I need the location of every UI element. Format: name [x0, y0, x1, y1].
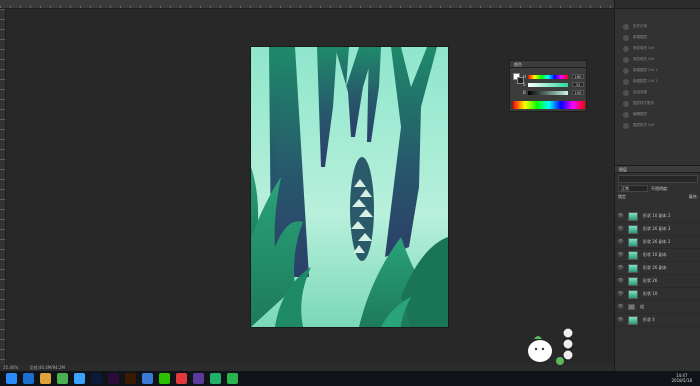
- opacity-label: 不透明度:: [651, 186, 669, 191]
- eye-icon[interactable]: 👁: [617, 213, 624, 220]
- history-item[interactable]: 自由变换: [615, 87, 700, 98]
- mascot-icon: [528, 327, 574, 365]
- eye-icon[interactable]: 👁: [617, 239, 624, 246]
- cave-oval: [350, 157, 374, 261]
- folder-icon[interactable]: [40, 373, 51, 384]
- eye-icon[interactable]: 👁: [617, 291, 624, 298]
- rec-icon[interactable]: [176, 373, 187, 384]
- eye-icon[interactable]: 👁: [617, 252, 624, 259]
- history-dot-icon: [623, 78, 629, 85]
- ps-icon[interactable]: [91, 373, 102, 384]
- dock-tabs[interactable]: [615, 0, 700, 9]
- history-item[interactable]: 历史记录: [615, 21, 700, 32]
- lock-label: 锁定: [618, 194, 626, 199]
- qq-icon[interactable]: [74, 373, 85, 384]
- layer-group-row[interactable]: 👁 组: [615, 301, 700, 314]
- eye-icon[interactable]: 👁: [617, 226, 624, 233]
- history-item[interactable]: 图层样式更改: [615, 98, 700, 109]
- b-slider[interactable]: [528, 91, 568, 95]
- history-dot-icon: [623, 34, 629, 41]
- chrome-icon[interactable]: [57, 373, 68, 384]
- layer-row[interactable]: 👁 形状 10 副本: [615, 249, 700, 262]
- layer-row[interactable]: 👁 形状 10 副本 2: [615, 210, 700, 223]
- layer-row[interactable]: 👁 形状 26: [615, 275, 700, 288]
- history-item[interactable]: 新建图层 Ctrl 2: [615, 65, 700, 76]
- history-dot-icon: [623, 23, 629, 30]
- ae-icon[interactable]: [193, 373, 204, 384]
- h-value[interactable]: 160: [572, 74, 584, 79]
- clock-date: 2018/5/18: [671, 378, 692, 383]
- layer-thumbnail: [628, 250, 638, 260]
- history-dot-icon: [623, 67, 629, 74]
- layer-thumbnail: [628, 263, 638, 273]
- history-item[interactable]: 渐变填充 Ctrl: [615, 43, 700, 54]
- color-panel-title: 颜色: [510, 61, 586, 68]
- history-item[interactable]: 图层样式 Ctrl: [615, 120, 700, 131]
- layer-row[interactable]: 👁 形状 26 副本 3: [615, 223, 700, 236]
- history-dot-icon: [623, 122, 629, 129]
- layer-row[interactable]: 👁 形状 26 副本: [615, 262, 700, 275]
- s-slider[interactable]: [528, 83, 568, 87]
- history-dot-icon: [623, 89, 629, 96]
- color-panel[interactable]: 颜色 H 160 S 31 B 100: [509, 60, 587, 112]
- ai-icon[interactable]: [125, 373, 136, 384]
- fill-label: 填充:: [688, 194, 698, 199]
- b-value[interactable]: 100: [572, 90, 584, 95]
- folder-icon: [628, 304, 635, 310]
- b-label: B: [523, 90, 526, 95]
- eye-icon[interactable]: 👁: [617, 265, 624, 272]
- windows-taskbar: 14:47 2018/5/18: [0, 371, 700, 386]
- history-dot-icon: [623, 100, 629, 107]
- layer-row[interactable]: 👁 形状 26 副本 2: [615, 236, 700, 249]
- ruler-top[interactable]: [0, 0, 614, 9]
- layer-thumbnail: [628, 237, 638, 247]
- history-item[interactable]: 新建图层 Ctrl 2: [615, 76, 700, 87]
- history-dot-icon: [623, 111, 629, 118]
- history-item[interactable]: 编辑图层: [615, 109, 700, 120]
- history-item[interactable]: 新建图层: [615, 32, 700, 43]
- ie-icon[interactable]: [23, 373, 34, 384]
- layers-panel-title: 图层: [615, 166, 700, 173]
- artwork: [251, 47, 448, 327]
- wechat-icon[interactable]: [159, 373, 170, 384]
- zoom-level[interactable]: 25.46%: [3, 365, 18, 370]
- eye-icon[interactable]: 👁: [617, 278, 624, 285]
- color-ramp[interactable]: [513, 101, 585, 109]
- layer-thumbnail: [628, 211, 638, 221]
- s-label: S: [523, 82, 526, 87]
- pr-icon[interactable]: [108, 373, 119, 384]
- layer-row[interactable]: 👁 形状 4: [615, 314, 700, 327]
- eye-icon[interactable]: 👁: [617, 304, 624, 311]
- win-icon[interactable]: [6, 373, 17, 384]
- taskbar-icons: [0, 373, 238, 384]
- layer-thumbnail: [628, 289, 638, 299]
- browser-icon[interactable]: [142, 373, 153, 384]
- history-item[interactable]: 渐变填充 Ctrl: [615, 54, 700, 65]
- doc-size: 文档:46.4M/94.2M: [29, 365, 65, 370]
- h-slider[interactable]: [528, 75, 568, 79]
- layer-thumbnail: [628, 276, 638, 286]
- wps-icon[interactable]: [227, 373, 238, 384]
- history-panel[interactable]: 历史记录 新建图层 渐变填充 Ctrl 渐变填充 Ctrl 新建图层 Ctrl …: [615, 9, 700, 131]
- floating-mascot-widget[interactable]: [522, 325, 582, 367]
- layer-row[interactable]: 👁 形状 10: [615, 288, 700, 301]
- blend-mode-select[interactable]: 正常: [618, 185, 648, 192]
- history-dot-icon: [623, 45, 629, 52]
- eye-icon[interactable]: 👁: [617, 317, 624, 324]
- document-canvas[interactable]: [251, 47, 448, 327]
- layer-thumbnail: [628, 224, 638, 234]
- s-value[interactable]: 31: [572, 82, 584, 87]
- history-dot-icon: [623, 56, 629, 63]
- layer-thumbnail: [628, 315, 638, 325]
- right-panel-dock[interactable]: 历史记录 新建图层 渐变填充 Ctrl 渐变填充 Ctrl 新建图层 Ctrl …: [614, 0, 700, 371]
- system-clock[interactable]: 14:47 2018/5/18: [671, 373, 692, 383]
- h-label: H: [523, 74, 527, 79]
- cam-icon[interactable]: [210, 373, 221, 384]
- layers-panel[interactable]: 图层 正常 不透明度: 锁定 填充: 👁 形状 10 副本 2 👁 形状 26 副本…: [615, 165, 700, 371]
- layer-filter[interactable]: [618, 175, 698, 183]
